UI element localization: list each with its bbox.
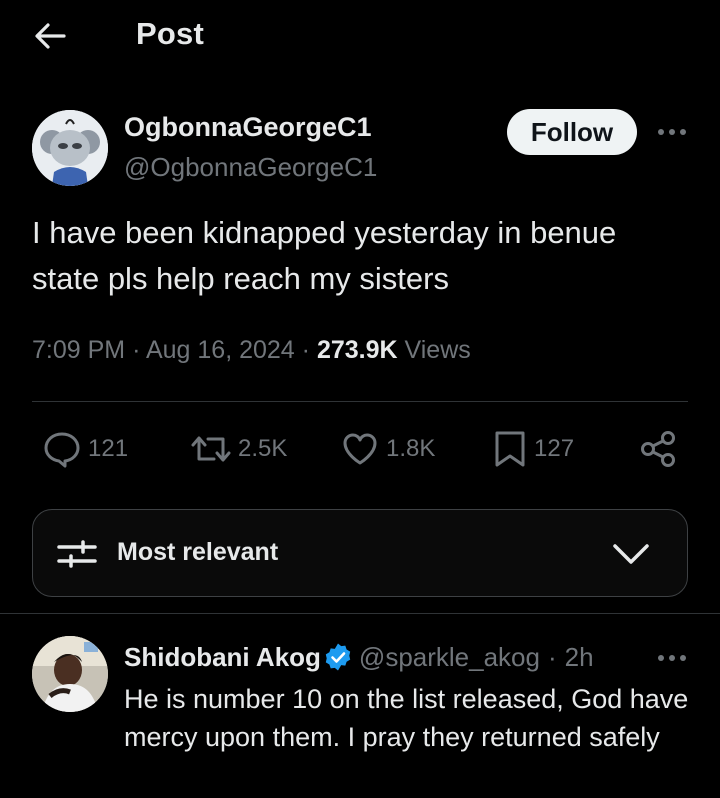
post-text: I have been kidnapped yesterday in benue… — [32, 215, 617, 296]
share-icon — [641, 431, 675, 467]
follow-button[interactable]: Follow — [507, 109, 637, 155]
reply-icon — [44, 432, 80, 468]
reply-author-name[interactable]: Shidobani Akog — [124, 642, 321, 673]
share-button[interactable] — [638, 424, 684, 474]
author-handle[interactable]: @OgbonnaGeorgeC1 — [124, 152, 377, 183]
repost-icon — [191, 436, 231, 462]
like-icon — [343, 433, 377, 465]
reply-count: 121 — [88, 435, 129, 462]
reply-time[interactable]: 2h — [565, 642, 594, 673]
sort-icon — [57, 534, 97, 574]
verified-icon — [325, 643, 351, 671]
views-label: Views — [404, 336, 471, 364]
meta-separator: · — [547, 641, 557, 672]
author-name[interactable]: OgbonnaGeorgeC1 — [124, 112, 372, 143]
like-count: 1.8K — [386, 435, 436, 462]
reply-header: Shidobani Akog @sparkle_akog · 2h — [124, 640, 714, 674]
like-button[interactable]: 1.8K — [340, 424, 435, 474]
chevron-down-icon — [611, 538, 651, 568]
bookmark-icon — [495, 431, 525, 467]
bookmark-count: 127 — [534, 435, 575, 462]
divider — [0, 613, 720, 614]
post-date[interactable]: Aug 16, 2024 — [146, 336, 295, 364]
reply-more-icon[interactable] — [652, 644, 692, 672]
meta-separator: · — [301, 336, 317, 364]
post-time[interactable]: 7:09 PM — [32, 336, 125, 364]
more-icon[interactable] — [652, 118, 692, 146]
divider — [32, 401, 688, 402]
back-arrow-icon[interactable] — [30, 20, 70, 52]
views-count[interactable]: 273.9K — [317, 336, 398, 364]
reply-author-handle[interactable]: @sparkle_akog — [359, 642, 540, 673]
author-avatar[interactable] — [32, 110, 108, 186]
sort-dropdown[interactable]: Most relevant — [32, 509, 688, 597]
reply-text: He is number 10 on the list released, Go… — [124, 684, 689, 752]
sort-label: Most relevant — [117, 538, 279, 566]
reply-avatar[interactable] — [32, 636, 108, 712]
repost-button[interactable]: 2.5K — [190, 424, 287, 474]
post-meta: 7:09 PM · Aug 16, 2024 · 273.9K Views — [32, 336, 471, 365]
page-title: Post — [136, 16, 204, 51]
reply-button[interactable]: 121 — [42, 424, 128, 474]
repost-count: 2.5K — [238, 435, 288, 462]
meta-separator: · — [132, 336, 146, 364]
bookmark-button[interactable]: 127 — [492, 424, 574, 474]
